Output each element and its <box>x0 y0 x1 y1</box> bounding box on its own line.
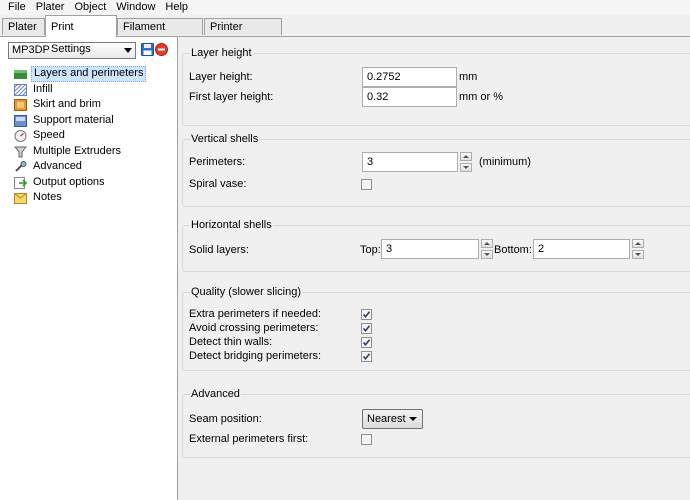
bottom-layers-spinner[interactable] <box>632 239 644 259</box>
group-horizontal-shells: Horizontal shells Solid layers: Top: 3 B… <box>182 218 690 272</box>
chevron-down-icon <box>124 48 132 53</box>
tree-item-label: Notes <box>33 191 62 203</box>
group-layer-height: Layer height Layer height: 0.2752 mm Fir… <box>182 46 690 126</box>
seam-position-label: Seam position: <box>189 413 262 425</box>
tree-item-layers[interactable]: Layers and perimeters <box>14 66 176 82</box>
first-layer-height-unit: mm or % <box>459 91 503 103</box>
menu-file[interactable]: File <box>0 0 31 15</box>
settings-sidebar: MP3DP Layers and perimeters Infill Skirt… <box>0 37 178 500</box>
menu-object[interactable]: Object <box>69 0 111 15</box>
top-layers-spinner[interactable] <box>481 239 493 259</box>
speed-icon <box>14 130 27 142</box>
group-title: Vertical shells <box>190 132 260 146</box>
tree-item-label: Support material <box>33 113 114 126</box>
checkmark-icon <box>362 339 371 347</box>
detect-bridging-label: Detect bridging perimeters: <box>189 350 322 362</box>
notes-icon <box>14 193 27 204</box>
tree-item-extruders[interactable]: Multiple Extruders <box>14 144 176 160</box>
spiral-vase-checkbox[interactable] <box>361 179 372 190</box>
detect-thin-walls-label: Detect thin walls: <box>189 336 273 348</box>
spiral-vase-label: Spiral vase: <box>189 178 247 190</box>
menu-bar: File Plater Object Window Help <box>0 0 690 15</box>
group-quality: Quality (slower slicing) Extra perimeter… <box>182 285 690 371</box>
advanced-icon <box>15 161 27 172</box>
preset-value: MP3DP <box>12 44 50 56</box>
first-layer-height-input[interactable]: 0.32 <box>362 87 457 107</box>
avoid-crossing-checkbox[interactable] <box>361 323 372 334</box>
menu-window[interactable]: Window <box>111 0 160 15</box>
tab-print-settings[interactable]: Print Settings <box>45 15 117 55</box>
chevron-down-icon <box>409 417 417 421</box>
perimeters-spinner[interactable] <box>460 152 472 172</box>
tab-printer-settings[interactable]: Printer Settings <box>204 18 282 50</box>
detect-bridging-checkbox[interactable] <box>361 351 372 362</box>
delete-icon[interactable] <box>155 43 168 56</box>
skirt-icon <box>14 99 27 111</box>
tree-item-label: Layers and perimeters <box>31 66 147 82</box>
tree-item-label: Infill <box>33 82 53 95</box>
top-layers-input[interactable]: 3 <box>381 239 479 259</box>
tree-item-label: Skirt and brim <box>33 98 101 110</box>
extra-perimeters-label: Extra perimeters if needed: <box>189 308 322 320</box>
menu-help[interactable]: Help <box>160 0 193 15</box>
layer-height-input[interactable]: 0.2752 <box>362 67 457 87</box>
group-title: Advanced <box>190 387 241 401</box>
settings-content: Layer height Layer height: 0.2752 mm Fir… <box>178 37 690 500</box>
group-vertical-shells: Vertical shells Perimeters: 3 (minimum) … <box>182 132 690 207</box>
settings-tree: Layers and perimeters Infill Skirt and b… <box>14 66 176 206</box>
tree-item-advanced[interactable]: Advanced <box>14 159 176 175</box>
tree-item-notes[interactable]: Notes <box>14 190 176 206</box>
tab-filament-settings[interactable]: Filament Settings <box>117 18 203 50</box>
checkmark-icon <box>362 353 371 361</box>
extra-perimeters-checkbox[interactable] <box>361 309 372 320</box>
spin-up-icon[interactable] <box>481 239 493 248</box>
tab-plater[interactable]: Plater <box>2 18 45 35</box>
checkmark-icon <box>362 311 371 319</box>
tab-bar: Plater Print Settings Filament Settings … <box>0 15 690 55</box>
bottom-layers-input[interactable]: 2 <box>533 239 630 259</box>
top-label: Top: <box>360 244 381 256</box>
tree-item-label: Advanced <box>33 160 82 172</box>
group-title: Quality (slower slicing) <box>190 285 303 299</box>
tree-item-support[interactable]: Support material <box>14 113 176 129</box>
perimeters-suffix: (minimum) <box>479 156 531 168</box>
perimeters-label: Perimeters: <box>189 156 246 168</box>
spin-up-icon[interactable] <box>632 239 644 248</box>
external-perimeters-checkbox[interactable] <box>361 434 372 445</box>
first-layer-height-label: First layer height: <box>189 91 274 103</box>
output-icon <box>14 176 27 189</box>
tree-item-skirt[interactable]: Skirt and brim <box>14 97 176 113</box>
spin-up-icon[interactable] <box>460 152 472 161</box>
detect-thin-walls-checkbox[interactable] <box>361 337 372 348</box>
checkmark-icon <box>362 325 371 333</box>
spin-down-icon[interactable] <box>460 163 472 172</box>
seam-position-value: Nearest <box>367 413 406 425</box>
avoid-crossing-label: Avoid crossing perimeters: <box>189 322 319 334</box>
group-title: Horizontal shells <box>190 218 273 232</box>
seam-position-select[interactable]: Nearest <box>362 409 423 429</box>
layers-icon <box>14 70 27 79</box>
tree-item-output[interactable]: Output options <box>14 175 176 191</box>
spin-down-icon[interactable] <box>481 250 493 259</box>
spin-down-icon[interactable] <box>632 250 644 259</box>
bottom-label: Bottom: <box>494 244 532 256</box>
group-title: Layer height <box>190 46 253 60</box>
perimeters-input[interactable]: 3 <box>362 152 458 172</box>
tree-item-label: Speed <box>33 129 65 141</box>
group-advanced: Advanced Seam position: Nearest External… <box>182 387 690 458</box>
extruders-icon <box>14 146 27 157</box>
tree-item-speed[interactable]: Speed <box>14 128 176 144</box>
external-perimeters-label: External perimeters first: <box>189 433 309 445</box>
menu-plater[interactable]: Plater <box>31 0 70 15</box>
tree-item-label: Output options <box>33 175 105 188</box>
solid-layers-label: Solid layers: <box>189 244 249 256</box>
support-icon <box>14 114 27 127</box>
layer-height-label: Layer height: <box>189 71 253 83</box>
infill-icon <box>14 83 27 96</box>
save-icon[interactable] <box>141 43 154 56</box>
tree-item-label: Multiple Extruders <box>33 144 122 157</box>
tree-item-infill[interactable]: Infill <box>14 82 176 98</box>
layer-height-unit: mm <box>459 71 478 83</box>
